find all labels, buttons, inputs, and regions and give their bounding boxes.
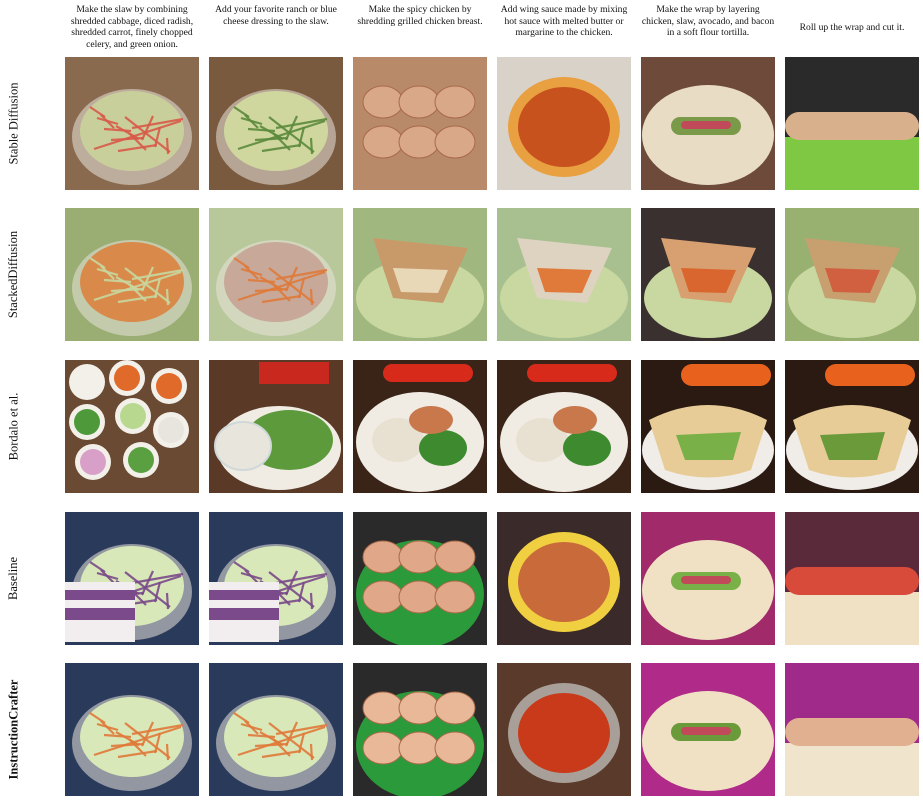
food-photo-sauce-bowl — [497, 663, 631, 796]
generated-image — [353, 663, 487, 796]
food-photo-slaw-with-package — [65, 512, 199, 645]
food-photo-bowl-of-slaw — [209, 663, 343, 796]
row-label-text: InstructionCrafter — [6, 679, 21, 780]
food-photo-chicken-rice-bowl — [353, 360, 487, 493]
generated-image — [497, 663, 631, 796]
food-photo-salad — [65, 208, 199, 341]
generated-image — [785, 512, 919, 645]
food-photo-salad-with-dip — [209, 360, 343, 493]
generated-image — [785, 663, 919, 796]
column-header-2: Add your favorite ranch or blue cheese d… — [215, 4, 337, 27]
column-header-5: Make the wrap by layering chicken, slaw,… — [641, 4, 775, 38]
food-photo-rolled-wrap — [785, 663, 919, 796]
food-photo-rolled-wrap — [785, 57, 919, 190]
food-photo-ingredient-bowls — [65, 360, 199, 493]
column-header-1: Make the slaw by combining shredded cabb… — [70, 4, 194, 50]
row-label-text: Bordalo et al. — [6, 392, 21, 461]
food-photo-bowl-of-slaw — [65, 57, 199, 190]
generated-image — [209, 360, 343, 493]
food-photo-sauce-bowl — [497, 57, 631, 190]
column-header-3: Make the spicy chicken by shredding gril… — [357, 4, 483, 27]
food-photo-chicken-rice-bowl — [497, 360, 631, 493]
generated-image — [641, 512, 775, 645]
generated-image — [641, 663, 775, 796]
row-label-text: Baseline — [6, 556, 21, 601]
generated-image — [209, 512, 343, 645]
generated-image — [353, 360, 487, 493]
row-label: Baseline — [0, 512, 28, 645]
food-photo-bowl-of-slaw — [209, 57, 343, 190]
generated-image — [65, 208, 199, 341]
generated-image — [641, 57, 775, 190]
food-photo-salad — [209, 208, 343, 341]
generated-image — [209, 208, 343, 341]
food-photo-tortilla — [641, 57, 775, 190]
row-label-text: Stable Diffusion — [6, 82, 21, 165]
food-photo-wrap-on-greens — [785, 208, 919, 341]
row-label: InstructionCrafter — [0, 663, 28, 796]
food-photo-rolled-wrap — [785, 512, 919, 645]
food-photo-bowl-of-slaw — [65, 663, 199, 796]
generated-image — [209, 663, 343, 796]
food-photo-burrito-plate — [641, 360, 775, 493]
food-photo-wrap-on-greens — [353, 208, 487, 341]
food-photo-wrap-on-greens — [641, 208, 775, 341]
generated-image — [353, 208, 487, 341]
generated-image — [785, 57, 919, 190]
food-photo-sauce-bowl — [497, 512, 631, 645]
food-photo-chicken-green-bowl — [353, 512, 487, 645]
food-photo-chicken-green-bowl — [353, 663, 487, 796]
generated-image — [785, 360, 919, 493]
generated-image — [785, 208, 919, 341]
generated-image — [497, 512, 631, 645]
row-label: Stable Diffusion — [0, 57, 28, 190]
generated-image — [65, 57, 199, 190]
food-photo-burrito-plate — [785, 360, 919, 493]
column-header-4: Add wing sauce made by mixing hot sauce … — [500, 4, 628, 38]
column-header-6: Roll up the wrap and cut it. — [799, 22, 905, 33]
generated-image — [65, 360, 199, 493]
generated-image — [65, 663, 199, 796]
generated-image — [65, 512, 199, 645]
food-photo-tortilla — [641, 663, 775, 796]
generated-image — [497, 360, 631, 493]
generated-image — [353, 512, 487, 645]
food-photo-wrap-on-greens — [497, 208, 631, 341]
row-label-text: StackedDiffusion — [6, 230, 21, 319]
generated-image — [641, 360, 775, 493]
generated-image — [641, 208, 775, 341]
row-label: StackedDiffusion — [0, 208, 28, 341]
food-photo-tortilla — [641, 512, 775, 645]
food-photo-slaw-with-package — [209, 512, 343, 645]
row-label: Bordalo et al. — [0, 360, 28, 493]
food-photo-chicken-pieces — [353, 57, 487, 190]
generated-image — [497, 208, 631, 341]
generated-image — [497, 57, 631, 190]
generated-image — [209, 57, 343, 190]
generated-image — [353, 57, 487, 190]
